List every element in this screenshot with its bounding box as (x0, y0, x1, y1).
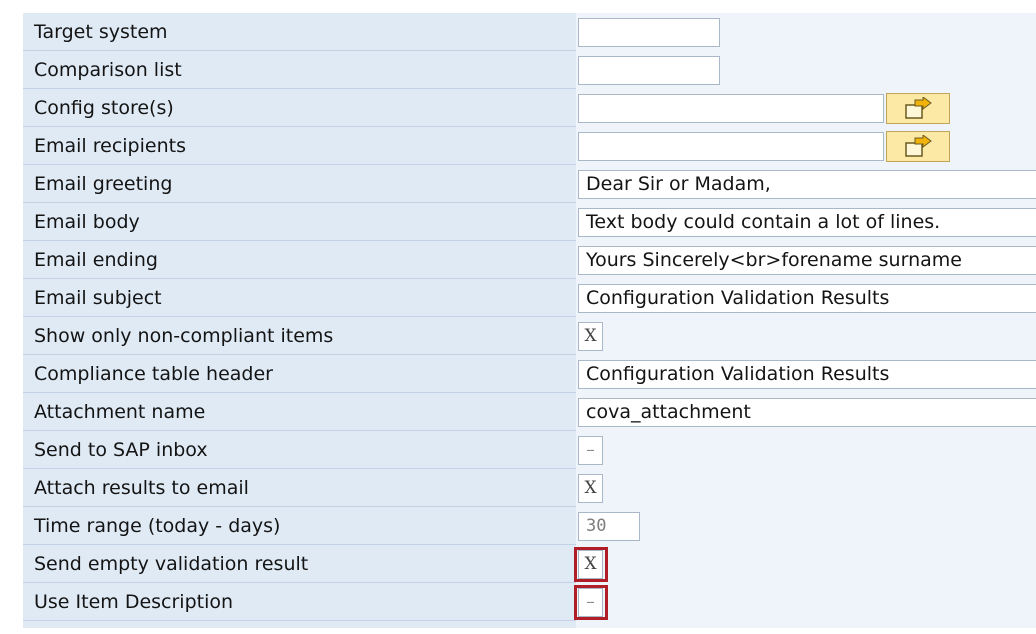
row-email-body: Email body Text body could contain a lot… (23, 203, 1036, 241)
label-compliance-table-header: Compliance table header (34, 363, 273, 385)
label-email-ending: Email ending (34, 249, 158, 271)
row-attachment-name: Attachment name cova_attachment (23, 393, 1036, 431)
label-attach-results: Attach results to email (34, 477, 249, 499)
label-email-greeting: Email greeting (34, 173, 173, 195)
row-show-non-compliant: Show only non-compliant items X (23, 317, 1036, 355)
label-email-recipients: Email recipients (34, 135, 186, 157)
row-time-range: Time range (today - days) 30 (23, 507, 1036, 545)
row-attach-results: Attach results to email X (23, 469, 1036, 507)
row-email-ending: Email ending Yours Sincerely<br>forename… (23, 241, 1036, 279)
email-body-input[interactable]: Text body could contain a lot of lines. (578, 208, 1036, 237)
email-recipients-input[interactable] (578, 132, 884, 161)
label-attachment-name: Attachment name (34, 401, 206, 423)
row-use-item-description: Use Item Description – (23, 583, 1036, 621)
label-comparison-list: Comparison list (34, 59, 182, 81)
row-send-sap-inbox: Send to SAP inbox – (23, 431, 1036, 469)
highlight-box (574, 547, 608, 582)
label-email-body: Email body (34, 211, 140, 233)
row-email-subject: Email subject Configuration Validation R… (23, 279, 1036, 317)
label-show-non-compliant: Show only non-compliant items (34, 325, 334, 347)
attachment-name-input[interactable]: cova_attachment (578, 398, 1036, 427)
show-non-compliant-checkbox[interactable]: X (578, 322, 603, 351)
target-system-input[interactable] (578, 18, 720, 47)
label-use-item-description: Use Item Description (34, 591, 234, 613)
email-recipients-multiselect-button[interactable] (886, 131, 950, 162)
attach-results-checkbox[interactable]: X (578, 474, 603, 503)
row-email-recipients: Email recipients (23, 127, 1036, 165)
highlight-box (574, 585, 608, 620)
multiple-selection-arrow-icon (905, 96, 932, 119)
time-range-input[interactable]: 30 (578, 512, 640, 541)
label-time-range: Time range (today - days) (34, 515, 281, 537)
comparison-list-input[interactable] (578, 56, 720, 85)
row-comparison-list: Comparison list (23, 51, 1036, 89)
email-ending-input[interactable]: Yours Sincerely<br>forename surname (578, 246, 1036, 275)
row-compliance-table-header: Compliance table header Configuration Va… (23, 355, 1036, 393)
label-send-empty-result: Send empty validation result (34, 553, 309, 575)
compliance-table-header-input[interactable]: Configuration Validation Results (578, 360, 1036, 389)
config-stores-input[interactable] (578, 94, 884, 123)
label-target-system: Target system (34, 21, 168, 43)
multiple-selection-arrow-icon (905, 134, 932, 157)
label-config-stores: Config store(s) (34, 97, 174, 119)
send-sap-inbox-checkbox[interactable]: – (578, 436, 603, 465)
label-email-subject: Email subject (34, 287, 162, 309)
settings-form: Target system Comparison list Config sto… (0, 0, 1036, 634)
row-send-empty-result: Send empty validation result X (23, 545, 1036, 583)
row-target-system: Target system (23, 13, 1036, 51)
email-subject-input[interactable]: Configuration Validation Results (578, 284, 1036, 313)
row-config-stores: Config store(s) (23, 89, 1036, 127)
label-send-sap-inbox: Send to SAP inbox (34, 439, 208, 461)
config-stores-multiselect-button[interactable] (886, 93, 950, 124)
row-email-greeting: Email greeting Dear Sir or Madam, (23, 165, 1036, 203)
email-greeting-input[interactable]: Dear Sir or Madam, (578, 170, 1036, 199)
